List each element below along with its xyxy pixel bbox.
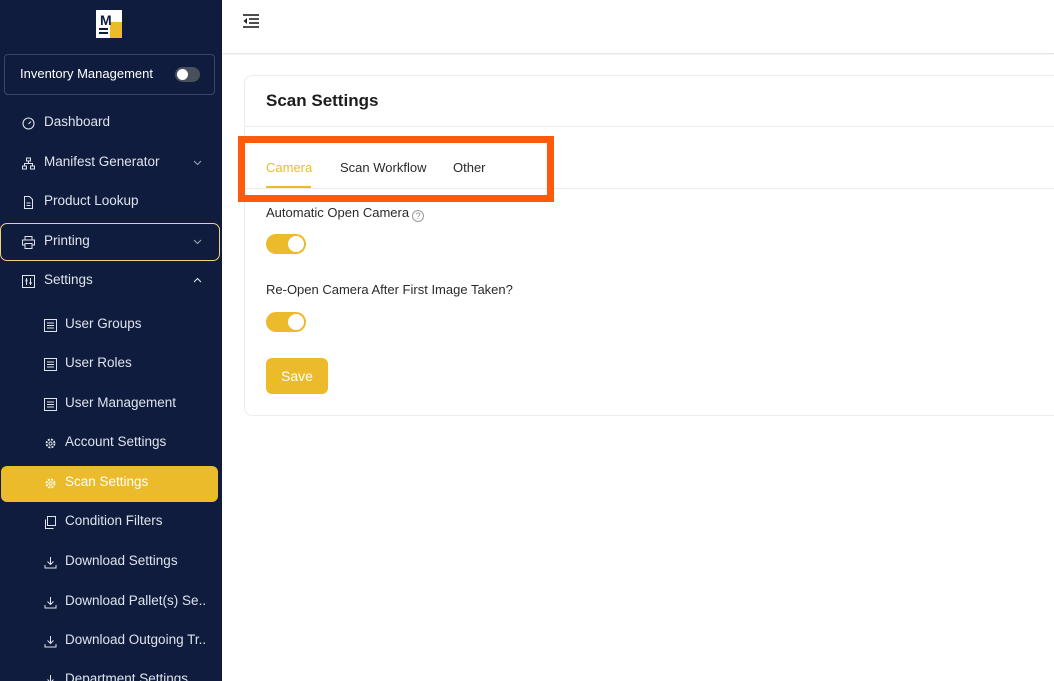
sidebar-item-user-roles[interactable]: User Roles <box>0 346 222 382</box>
help-icon[interactable]: ? <box>412 210 425 222</box>
sidebar-item-label: Printing <box>44 233 90 248</box>
scan-settings-card: Scan Settings Camera Scan Workflow Other… <box>244 75 1054 416</box>
document-icon <box>24 196 33 209</box>
sidebar-item-scan-settings[interactable]: Scan Settings <box>0 465 222 501</box>
sidebar-item-label: Account Settings <box>65 434 167 449</box>
copy-icon <box>45 516 56 529</box>
chevron-up-icon <box>193 277 202 283</box>
sidebar-item-label: Download Pallet(s) Se... <box>65 593 207 608</box>
automatic-open-camera-label: Automatic Open Camera <box>266 205 410 220</box>
sidebar-item-label: Scan Settings <box>65 474 149 489</box>
sidebar-item-label: Condition Filters <box>65 513 163 528</box>
brand-logo[interactable]: M <box>94 8 124 40</box>
sidebar-item-label: Product Lookup <box>44 193 139 208</box>
gear-icon <box>45 438 56 449</box>
sidebar-item-printing[interactable]: Printing <box>0 224 222 260</box>
download-icon <box>44 636 57 648</box>
sidebar-item-label: Download Outgoing Tr... <box>65 632 207 647</box>
sidebar-item-dashboard[interactable]: Dashboard <box>0 105 222 141</box>
sidebar-item-department-settings[interactable]: Department Settings <box>0 662 222 681</box>
dashboard-icon <box>22 117 35 130</box>
sidebar-item-label: Settings <box>44 272 93 287</box>
reopen-camera-switch[interactable] <box>266 312 306 332</box>
inventory-management-switch[interactable] <box>175 67 200 82</box>
svg-text:M: M <box>100 12 112 28</box>
menu-collapse-icon[interactable] <box>242 13 260 29</box>
tab-camera[interactable]: Camera <box>266 160 312 175</box>
sidebar-item-manifest-generator[interactable]: Manifest Generator <box>0 145 222 181</box>
list-icon <box>44 319 57 332</box>
download-icon <box>47 675 54 681</box>
automatic-open-camera-row: Automatic Open Camera? <box>266 205 425 222</box>
sidebar-item-condition-filters[interactable]: Condition Filters <box>0 504 222 540</box>
save-button[interactable]: Save <box>266 358 328 394</box>
inventory-management-toggle-row: Inventory Management <box>4 54 215 95</box>
switch-knob <box>288 314 304 330</box>
sidebar-item-product-lookup[interactable]: Product Lookup <box>0 184 222 220</box>
sidebar-item-label: User Roles <box>65 355 132 370</box>
sidebar-item-label: Manifest Generator <box>44 154 160 169</box>
page-title: Scan Settings <box>266 91 379 110</box>
sidebar-item-download-settings[interactable]: Download Settings <box>0 544 222 580</box>
settings-panel-icon <box>22 275 35 288</box>
sidebar: M Inventory Management Dashboard Manifes… <box>0 0 222 681</box>
sidebar-item-label: Dashboard <box>44 114 111 129</box>
top-bar <box>222 0 1054 54</box>
printer-icon <box>22 236 35 249</box>
switch-knob <box>288 236 304 252</box>
sidebar-item-label: Department Settings <box>65 671 189 681</box>
sidebar-item-user-groups[interactable]: User Groups <box>0 307 222 343</box>
download-icon <box>44 597 57 609</box>
divider <box>245 126 1054 127</box>
tab-other[interactable]: Other <box>453 160 486 175</box>
sidebar-item-label: Download Settings <box>65 553 178 568</box>
automatic-open-camera-switch[interactable] <box>266 234 306 254</box>
sidebar-item-download-outgoing[interactable]: Download Outgoing Tr... <box>0 623 222 659</box>
list-icon <box>44 358 57 371</box>
switch-knob <box>177 69 188 80</box>
sidebar-item-user-management[interactable]: User Management <box>0 386 222 422</box>
chevron-down-icon <box>193 160 202 166</box>
divider <box>245 188 1054 189</box>
sitemap-icon <box>22 157 35 170</box>
sidebar-item-label: User Groups <box>65 316 142 331</box>
download-icon <box>44 557 57 569</box>
list-icon <box>44 398 57 411</box>
inventory-management-label: Inventory Management <box>20 66 153 81</box>
sidebar-item-download-pallets[interactable]: Download Pallet(s) Se... <box>0 584 222 620</box>
chevron-down-icon <box>193 239 202 245</box>
tab-scan-workflow[interactable]: Scan Workflow <box>340 160 426 175</box>
sidebar-item-account-settings[interactable]: Account Settings <box>0 425 222 461</box>
reopen-camera-label: Re-Open Camera After First Image Taken? <box>266 282 513 297</box>
sidebar-item-settings[interactable]: Settings <box>0 263 222 299</box>
gear-icon <box>45 478 56 489</box>
sidebar-item-label: User Management <box>65 395 177 410</box>
